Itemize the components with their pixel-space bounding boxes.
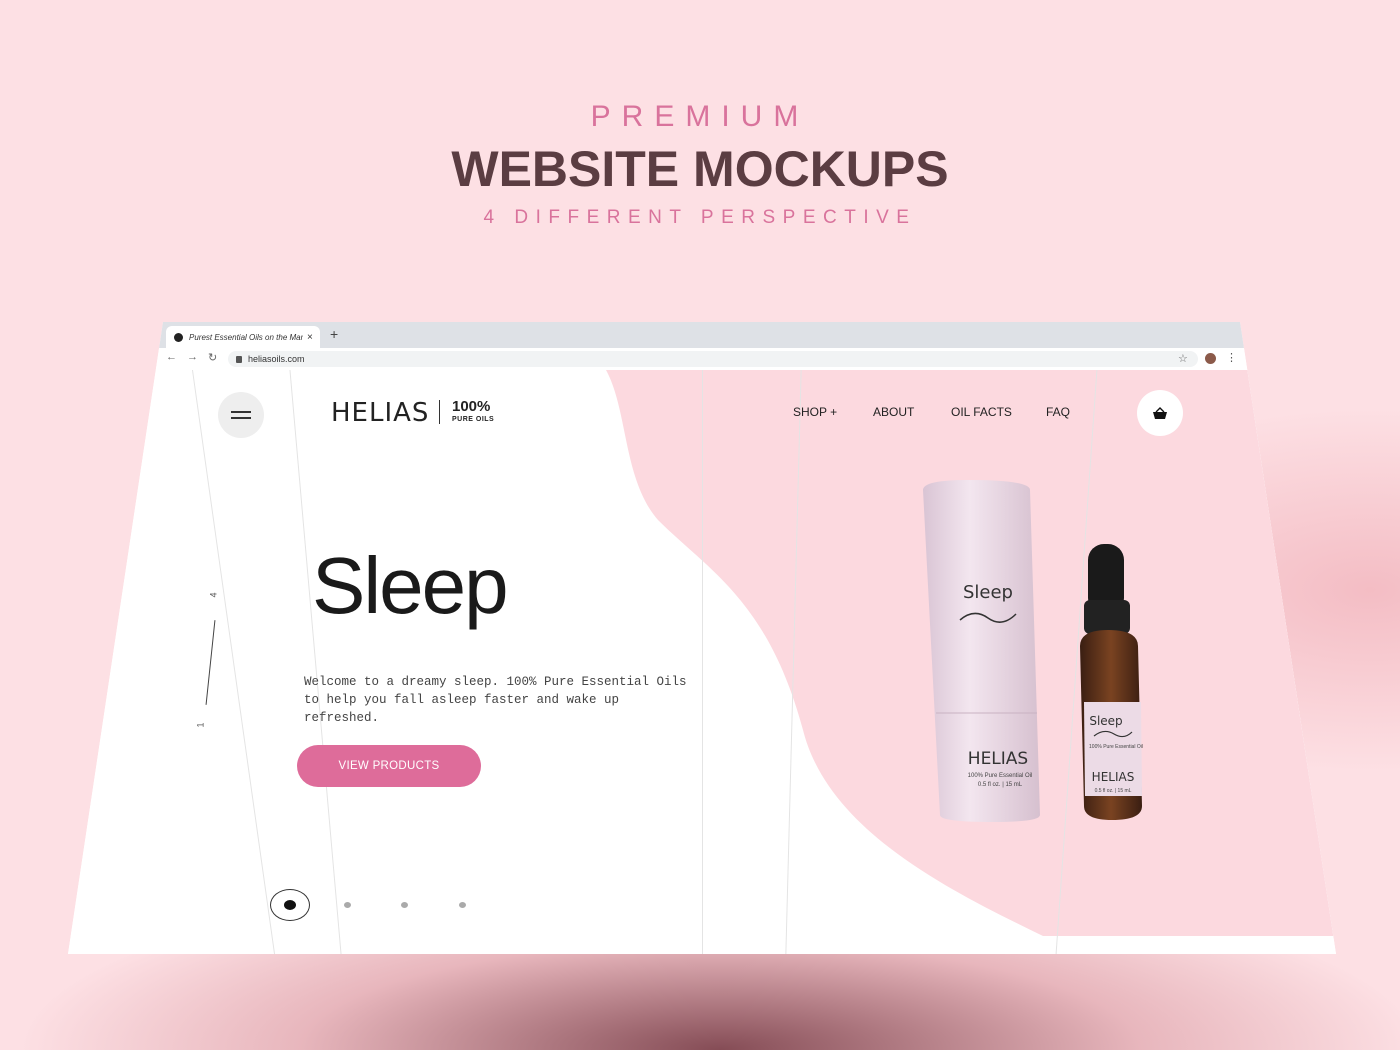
bookmark-star-icon[interactable]: ☆	[1178, 352, 1188, 365]
browser-tab[interactable]: Purest Essential Oils on the Mark ×	[166, 326, 320, 348]
menu-button[interactable]	[218, 392, 264, 438]
cart-icon	[1153, 406, 1167, 419]
hero-description: Welcome to a dreamy sleep. 100% Pure Ess…	[304, 674, 687, 725]
favicon-icon	[174, 332, 183, 342]
bottle-line2: 0.5 fl oz. | 15 mL	[1095, 788, 1132, 794]
hero-heading: Sleep	[312, 541, 509, 630]
slide-dot-core	[284, 900, 296, 910]
bottle-label: Sleep	[1089, 714, 1122, 728]
reload-icon[interactable]: ↻	[208, 351, 217, 364]
logo-subtitle: PURE OILS	[452, 416, 495, 423]
tube-brand: HELIAS	[968, 749, 1028, 769]
grid-line	[702, 370, 703, 954]
website-mockup: Purest Essential Oils on the Mark × + ← …	[68, 322, 1336, 954]
address-bar[interactable]: heliasoils.com	[228, 351, 1198, 367]
bottle-line1: 100% Pure Essential Oil	[1089, 744, 1143, 750]
brand-logo[interactable]: HELIAS	[331, 398, 429, 428]
logo-percent: 100%	[452, 398, 491, 415]
nav-oil-facts[interactable]: OIL FACTS	[951, 405, 1012, 419]
browser-tab-strip: Purest Essential Oils on the Mark × +	[68, 322, 1336, 348]
browser-menu-icon[interactable]: ⋮	[1226, 351, 1237, 364]
tube-label: Sleep	[963, 582, 1013, 603]
menu-icon-bar	[231, 417, 251, 419]
tube-line2: 0.5 fl oz. | 15 mL	[978, 782, 1023, 788]
slide-dot[interactable]	[459, 902, 466, 908]
cart-button[interactable]	[1137, 390, 1183, 436]
lock-icon	[236, 356, 242, 364]
slide-dot[interactable]	[344, 902, 351, 908]
logo-divider	[439, 400, 440, 424]
tab-title: Purest Essential Oils on the Mark	[189, 332, 303, 342]
web-page: HELIAS 100% PURE OILS SHOP + ABOUT OIL F…	[68, 370, 1336, 954]
menu-icon	[231, 411, 251, 413]
slide-dot[interactable]	[401, 902, 408, 908]
product-image: Sleep HELIAS 100% Pure Essential Oil 0.5…	[923, 480, 1143, 822]
nav-about[interactable]: ABOUT	[873, 405, 914, 419]
bottle-brand: HELIAS	[1092, 770, 1135, 784]
slide-counter-total: 4	[208, 592, 219, 598]
new-tab-button[interactable]: +	[330, 326, 338, 342]
hero-title: WEBSITE MOCKUPS	[451, 141, 949, 197]
tube-line1: 100% Pure Essential Oil	[968, 773, 1033, 779]
url-text: heliasoils.com	[248, 354, 305, 364]
slide-counter-current: 1	[195, 722, 206, 728]
browser-toolbar: ← → ↻ heliasoils.com ☆ ⋮	[68, 348, 1336, 371]
forward-icon[interactable]: →	[187, 351, 198, 363]
nav-shop[interactable]: SHOP +	[793, 405, 837, 419]
hero-subtitle: 4 DIFFERENT PERSPECTIVE	[483, 207, 917, 228]
slide-dot-active[interactable]	[270, 889, 310, 921]
view-products-button[interactable]: VIEW PRODUCTS	[297, 745, 481, 787]
profile-avatar[interactable]	[1205, 353, 1216, 364]
nav-faq[interactable]: FAQ	[1046, 405, 1070, 419]
hero-eyebrow: PREMIUM	[590, 100, 810, 133]
browser-window: Purest Essential Oils on the Mark × + ← …	[68, 322, 1336, 954]
tab-close-icon[interactable]: ×	[307, 332, 313, 343]
back-icon[interactable]: ←	[166, 351, 177, 363]
